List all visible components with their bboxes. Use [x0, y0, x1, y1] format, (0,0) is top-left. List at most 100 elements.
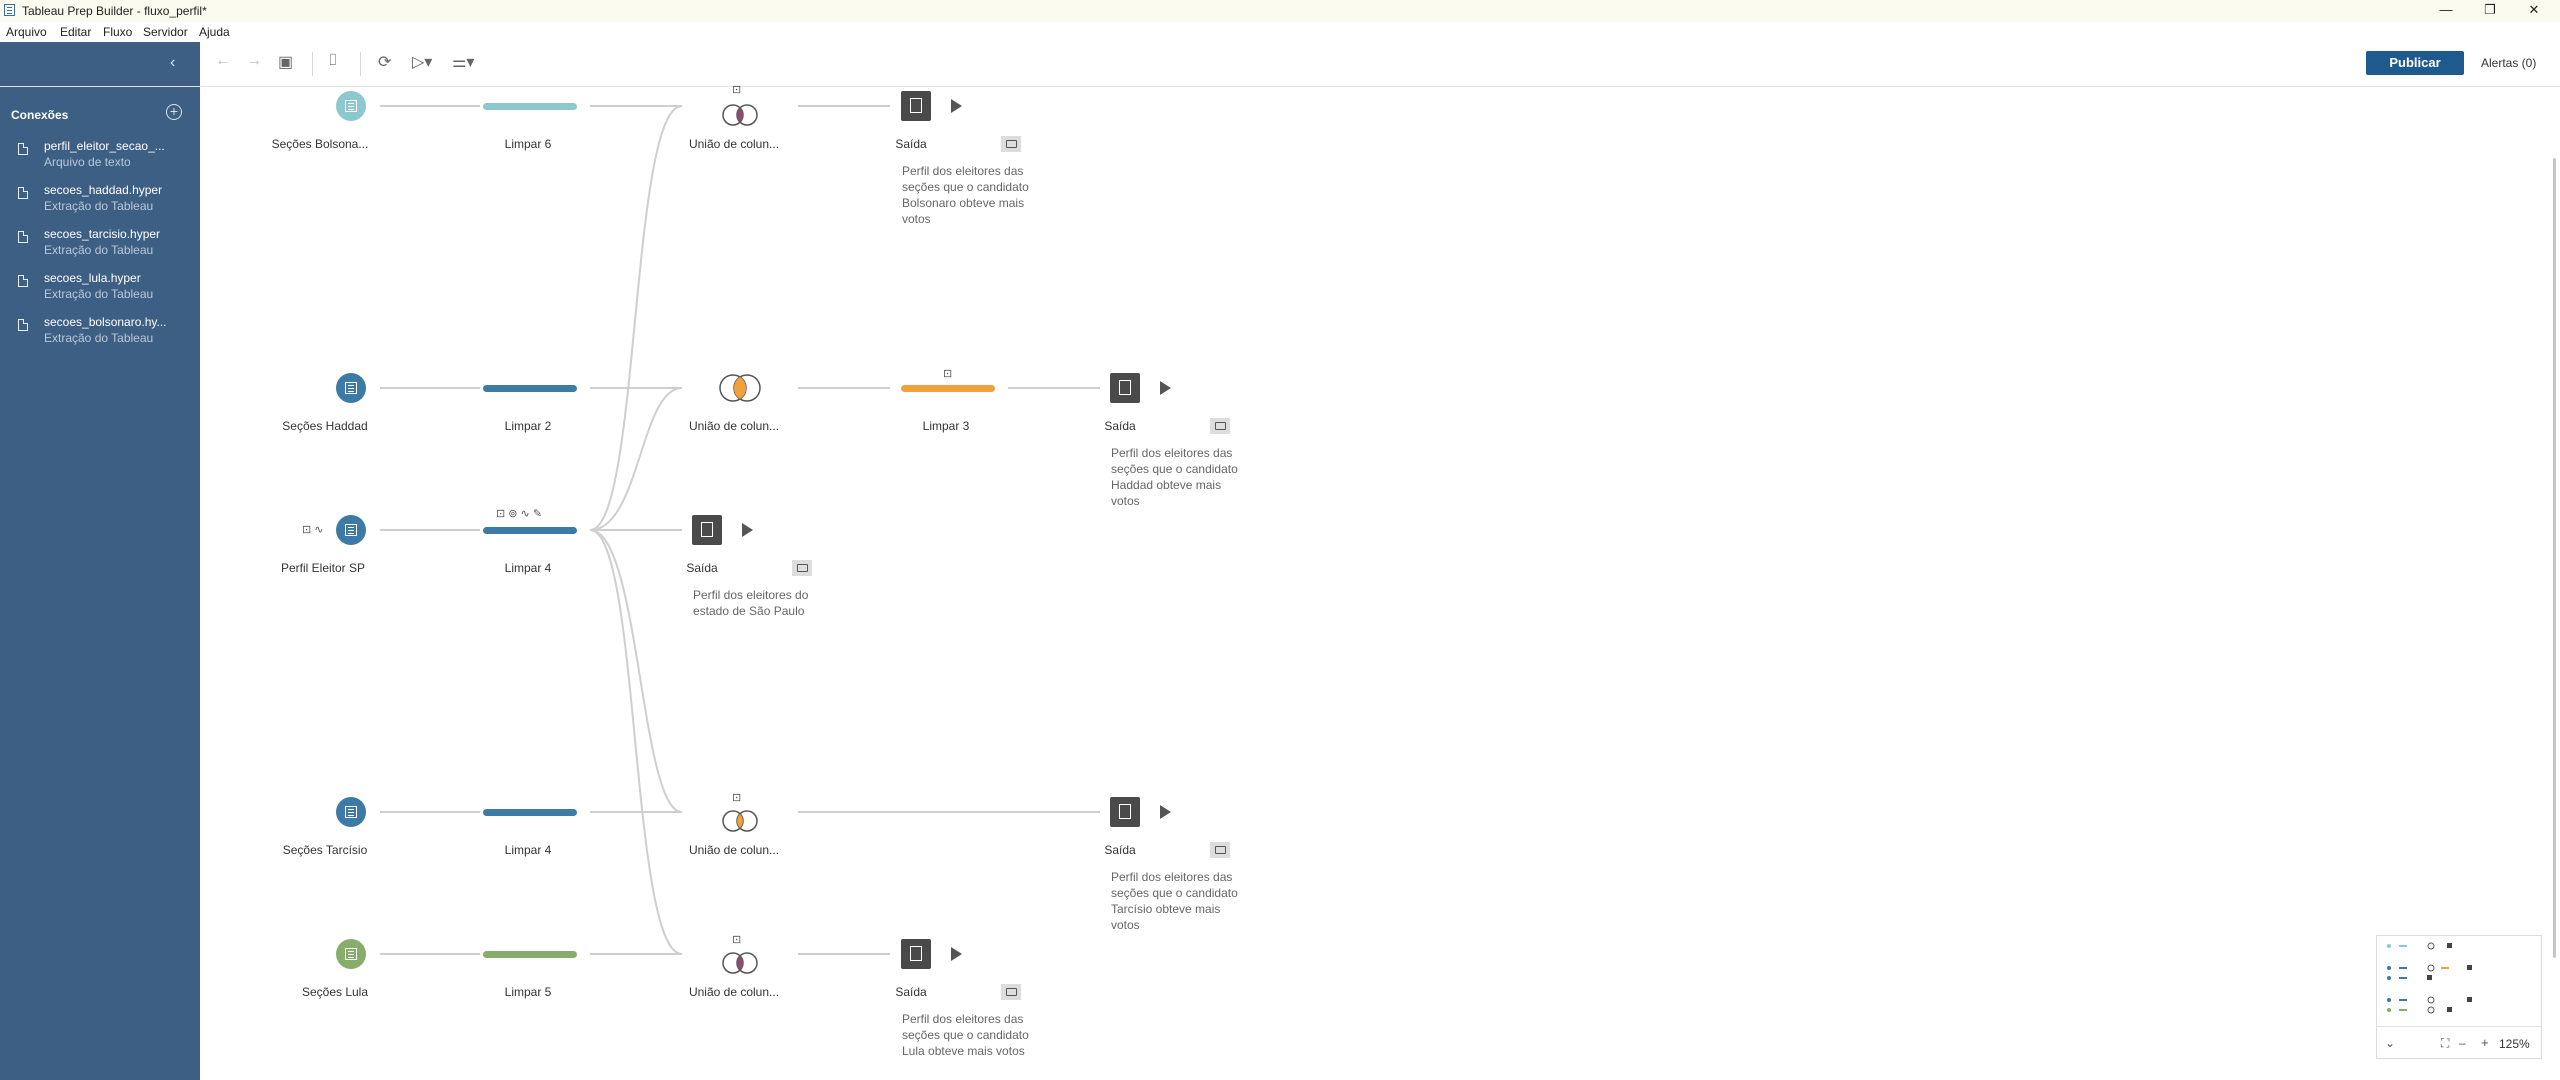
- change-icon: ⊡: [943, 368, 953, 380]
- union-node-bolsonaro[interactable]: [716, 98, 764, 132]
- document-icon: [701, 522, 713, 537]
- connection-type: Extração do Tableau: [44, 243, 154, 257]
- clean-step-limpar-3[interactable]: [901, 385, 995, 392]
- data-sample-icon[interactable]: ⌷: [328, 52, 338, 70]
- input-node-perfil-eleitor[interactable]: [336, 515, 366, 545]
- clean-step-limpar-5[interactable]: [483, 951, 577, 958]
- table-icon: [345, 382, 357, 394]
- change-icons: ⊡ ⊚ ∿ ✎: [496, 508, 543, 520]
- output-node-haddad[interactable]: [1110, 373, 1140, 403]
- vertical-scrollbar[interactable]: [2553, 158, 2556, 958]
- input-label: Perfil Eleitor SP: [280, 561, 366, 575]
- description-icon[interactable]: [1210, 842, 1230, 858]
- output-label: Saída: [1104, 843, 1136, 857]
- menu-ajuda[interactable]: Ajuda: [199, 25, 230, 39]
- title-bar: Tableau Prep Builder - fluxo_perfil* — ❐…: [0, 0, 2560, 23]
- file-icon: [18, 187, 28, 199]
- clean-step-limpar-2[interactable]: [483, 385, 577, 392]
- undo-icon[interactable]: ←: [215, 52, 231, 70]
- union-label: União de colun...: [688, 843, 780, 857]
- view-options-icon[interactable]: ⚌▾: [452, 52, 474, 72]
- toolbar-separator: [312, 52, 313, 76]
- restore-button[interactable]: ❐: [2468, 0, 2512, 22]
- clean-step-limpar-6[interactable]: [483, 103, 577, 110]
- run-output-icon[interactable]: [951, 99, 962, 113]
- output-description: Perfil dos eleitores das seções que o ca…: [902, 1012, 1029, 1058]
- union-label: União de colun...: [688, 137, 780, 151]
- clean-label: Limpar 3: [922, 419, 970, 433]
- union-label: União de colun...: [688, 985, 780, 999]
- description-icon[interactable]: [1210, 418, 1230, 434]
- save-icon[interactable]: ▣: [278, 52, 293, 72]
- change-icons: ⊡ ∿: [302, 524, 324, 536]
- description-icon[interactable]: [1001, 984, 1021, 1000]
- minimap-divider: [2377, 1026, 2541, 1027]
- add-connection-icon[interactable]: +: [166, 104, 182, 120]
- minimap-panel[interactable]: ⌄ ⛶ – + 125%: [2376, 935, 2542, 1059]
- redo-icon[interactable]: →: [246, 52, 262, 70]
- connection-item[interactable]: perfil_eleitor_secao_... Arquivo de text…: [0, 139, 200, 179]
- union-label: União de colun...: [688, 419, 780, 433]
- connection-name: secoes_tarcisio.hyper: [44, 227, 161, 241]
- run-output-icon[interactable]: [742, 523, 753, 537]
- connection-type: Extração do Tableau: [44, 287, 154, 301]
- output-node-bolsonaro[interactable]: [901, 91, 931, 121]
- minimap-preview: [2387, 942, 2472, 1014]
- run-output-icon[interactable]: [951, 947, 962, 961]
- refresh-icon[interactable]: ⟳: [378, 52, 391, 72]
- run-output-icon[interactable]: [1160, 805, 1171, 819]
- input-label: Seções Haddad: [282, 419, 368, 433]
- description-icon[interactable]: [1001, 136, 1021, 152]
- document-icon: [910, 98, 922, 113]
- input-node-lula[interactable]: [336, 939, 366, 969]
- clean-step-limpar-4[interactable]: [483, 527, 577, 534]
- output-node-perfil-sp[interactable]: [692, 515, 722, 545]
- union-node-haddad[interactable]: [716, 371, 764, 405]
- union-node-lula[interactable]: [716, 946, 764, 980]
- connection-name: perfil_eleitor_secao_...: [44, 139, 165, 153]
- alerts-button[interactable]: Alertas (0): [2481, 56, 2536, 70]
- run-flow-icon[interactable]: ▷▾: [412, 52, 432, 72]
- minimize-button[interactable]: —: [2424, 0, 2468, 22]
- run-output-icon[interactable]: [1160, 381, 1171, 395]
- menu-fluxo[interactable]: Fluxo: [103, 25, 132, 39]
- menu-editar[interactable]: Editar: [60, 25, 91, 39]
- menu-bar: Arquivo Editar Fluxo Servidor Ajuda: [0, 22, 2560, 42]
- flow-canvas[interactable]: Seções Bolsona... Seções Haddad ⊡ ∿ Perf…: [200, 84, 2560, 1080]
- union-node-tarcisio[interactable]: [716, 804, 764, 838]
- close-button[interactable]: ✕: [2512, 0, 2556, 22]
- output-label: Saída: [1104, 419, 1136, 433]
- connection-item[interactable]: secoes_lula.hyper Extração do Tableau: [0, 271, 200, 311]
- file-icon: [18, 319, 28, 331]
- output-label: Saída: [686, 561, 718, 575]
- input-node-haddad[interactable]: [336, 373, 366, 403]
- publish-button[interactable]: Publicar: [2366, 51, 2464, 75]
- document-icon: [1119, 804, 1131, 819]
- zoom-in-icon[interactable]: +: [2481, 1035, 2489, 1050]
- connector-line: [589, 529, 683, 955]
- input-node-bolsonaro[interactable]: [336, 91, 366, 121]
- output-description: Perfil dos eleitores das seções que o ca…: [1111, 446, 1238, 508]
- fit-to-screen-icon[interactable]: ⛶: [2441, 1036, 2449, 1051]
- connection-item[interactable]: secoes_bolsonaro.hy... Extração do Table…: [0, 315, 200, 355]
- zoom-out-icon[interactable]: –: [2459, 1036, 2466, 1050]
- clean-label: Limpar 4: [504, 561, 552, 575]
- clean-step-limpar-4[interactable]: [483, 809, 577, 816]
- clean-label: Limpar 2: [504, 419, 552, 433]
- window-title: Tableau Prep Builder - fluxo_perfil*: [22, 4, 207, 18]
- description-icon[interactable]: [792, 560, 812, 576]
- output-node-lula[interactable]: [901, 939, 931, 969]
- input-node-tarcisio[interactable]: [336, 797, 366, 827]
- clean-label: Limpar 4: [504, 843, 552, 857]
- toolbar-separator: [360, 52, 361, 76]
- menu-servidor[interactable]: Servidor: [143, 25, 188, 39]
- collapse-sidebar-icon[interactable]: ‹: [170, 54, 175, 72]
- connection-item[interactable]: secoes_tarcisio.hyper Extração do Tablea…: [0, 227, 200, 267]
- file-icon: [18, 275, 28, 287]
- connection-item[interactable]: secoes_haddad.hyper Extração do Tableau: [0, 183, 200, 223]
- collapse-minimap-icon[interactable]: ⌄: [2385, 1036, 2395, 1050]
- output-node-tarcisio[interactable]: [1110, 797, 1140, 827]
- menu-arquivo[interactable]: Arquivo: [6, 25, 47, 39]
- connection-name: secoes_bolsonaro.hy...: [44, 315, 167, 329]
- document-icon: [910, 946, 922, 961]
